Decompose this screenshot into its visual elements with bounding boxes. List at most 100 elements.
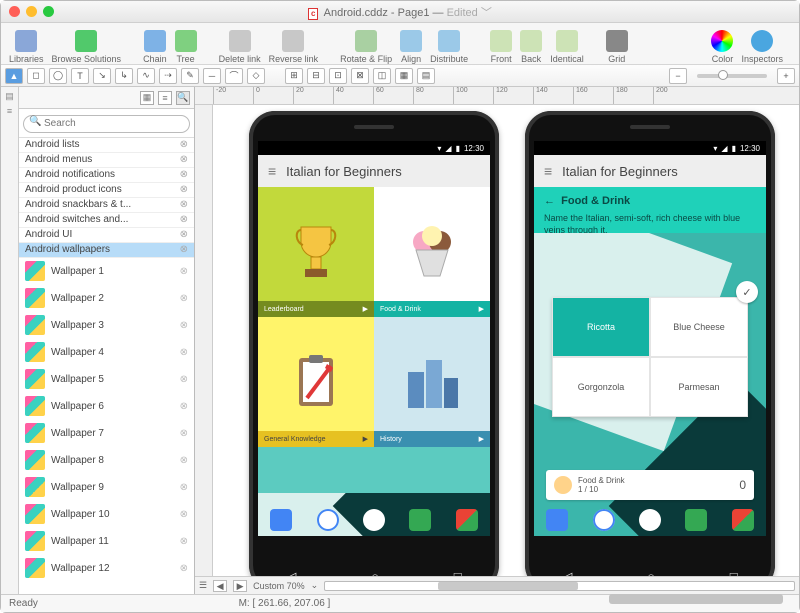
library-item[interactable]: Wallpaper 7⊗ <box>19 420 194 447</box>
library-item[interactable]: Wallpaper 9⊗ <box>19 474 194 501</box>
category-item[interactable]: Android switches and...⊗ <box>19 213 194 228</box>
dock-icon[interactable] <box>546 509 568 531</box>
category-item[interactable]: Android lists⊗ <box>19 138 194 153</box>
quiz-breadcrumb[interactable]: ← Food & Drink <box>544 195 756 207</box>
tool-btn[interactable]: ∿ <box>137 68 155 84</box>
recent-icon[interactable]: □ <box>730 569 738 576</box>
close-icon[interactable]: ⊗ <box>180 214 188 225</box>
card-history[interactable]: History▶ <box>374 317 490 447</box>
home-icon[interactable]: ○ <box>647 569 655 576</box>
dock-apps-icon[interactable] <box>639 509 661 531</box>
tool-btn[interactable]: ▦ <box>395 68 413 84</box>
category-item[interactable]: Android snackbars & t...⊗ <box>19 198 194 213</box>
toolbar-tree[interactable]: Tree <box>175 30 197 64</box>
close-icon[interactable]: ⊗ <box>180 347 188 358</box>
dock-icon[interactable] <box>593 509 615 531</box>
status-scroll[interactable] <box>609 594 783 604</box>
toolbar-chain[interactable]: Chain <box>143 30 167 64</box>
back-icon[interactable]: ◁ <box>562 569 572 576</box>
dock-icon[interactable] <box>685 509 707 531</box>
toolbar-reverse-link[interactable]: Reverse link <box>269 30 319 64</box>
dock-icon[interactable] <box>317 509 339 531</box>
tool-btn[interactable]: ⌒ <box>225 68 243 84</box>
close-icon[interactable]: ⊗ <box>180 374 188 385</box>
back-icon[interactable]: ◁ <box>286 569 296 576</box>
tool-btn[interactable]: T <box>71 68 89 84</box>
tool-btn[interactable]: ↘ <box>93 68 111 84</box>
library-item[interactable]: Wallpaper 10⊗ <box>19 501 194 528</box>
close-icon[interactable]: ⊗ <box>180 184 188 195</box>
dock-icon[interactable] <box>409 509 431 531</box>
close-icon[interactable]: ⊗ <box>180 482 188 493</box>
card-food-drink[interactable]: Food & Drink▶ <box>374 187 490 317</box>
toolbar-back[interactable]: Back <box>520 30 542 64</box>
category-item[interactable]: Android menus⊗ <box>19 153 194 168</box>
close-icon[interactable]: ⊗ <box>180 244 188 255</box>
library-item[interactable]: Wallpaper 2⊗ <box>19 285 194 312</box>
tool-btn[interactable]: ⇢ <box>159 68 177 84</box>
chevron-down-icon[interactable]: ⌄ <box>311 580 319 591</box>
close-icon[interactable]: ⊗ <box>180 536 188 547</box>
pointer-tool[interactable]: ▲ <box>5 68 23 84</box>
tool-btn[interactable]: ↳ <box>115 68 133 84</box>
library-item[interactable]: Wallpaper 4⊗ <box>19 339 194 366</box>
phone-mockup-1[interactable]: ▾ ◢ ▮ 12:30 ≡ Italian for Beginners <box>249 111 499 576</box>
library-item[interactable]: Wallpaper 3⊗ <box>19 312 194 339</box>
search-input[interactable] <box>23 115 190 133</box>
grid-view-button[interactable]: ▦ <box>140 91 154 105</box>
recent-icon[interactable]: □ <box>454 569 462 576</box>
toolbar-align[interactable]: Align <box>400 30 422 64</box>
toolbar-color[interactable]: Color <box>711 30 733 64</box>
tool-btn[interactable]: ⊠ <box>351 68 369 84</box>
submit-fab[interactable]: ✓ <box>736 281 758 303</box>
toolbar-delete-link[interactable]: Delete link <box>219 30 261 64</box>
toolbar-grid[interactable]: Grid <box>606 30 628 64</box>
answer-option[interactable]: Parmesan <box>650 357 748 417</box>
page-prev-button[interactable]: ◀ <box>213 580 227 592</box>
library-item[interactable]: Wallpaper 11⊗ <box>19 528 194 555</box>
hamburger-icon[interactable]: ≡ <box>268 163 276 179</box>
close-icon[interactable]: ⊗ <box>180 428 188 439</box>
toolbar-front[interactable]: Front <box>490 30 512 64</box>
close-icon[interactable]: ⊗ <box>180 509 188 520</box>
answer-option[interactable]: Gorgonzola <box>552 357 650 417</box>
close-icon[interactable]: ⊗ <box>180 154 188 165</box>
close-icon[interactable]: ⊗ <box>180 455 188 466</box>
answer-option[interactable]: Blue Cheese <box>650 297 748 357</box>
tool-btn[interactable]: ◻ <box>27 68 45 84</box>
search-view-button[interactable]: 🔍 <box>176 91 190 105</box>
close-icon[interactable]: ⊗ <box>180 199 188 210</box>
category-item[interactable]: Android notifications⊗ <box>19 168 194 183</box>
dock-maps-icon[interactable] <box>732 509 754 531</box>
library-item[interactable]: Wallpaper 5⊗ <box>19 366 194 393</box>
tool-btn[interactable]: ⊟ <box>307 68 325 84</box>
toolbar-browse-solutions[interactable]: Browse Solutions <box>52 30 122 64</box>
tool-btn[interactable]: ✎ <box>181 68 199 84</box>
tool-btn[interactable]: ◇ <box>247 68 265 84</box>
toolbar-inspectors[interactable]: Inspectors <box>741 30 783 64</box>
card-general-knowledge[interactable]: General Knowledge▶ <box>258 317 374 447</box>
close-icon[interactable]: ⊗ <box>180 320 188 331</box>
toolbar-identical[interactable]: Identical <box>550 30 584 64</box>
canvas[interactable]: ▾ ◢ ▮ 12:30 ≡ Italian for Beginners <box>213 105 799 576</box>
dock-apps-icon[interactable] <box>363 509 385 531</box>
hamburger-icon[interactable]: ≡ <box>544 163 552 179</box>
category-item[interactable]: Android product icons⊗ <box>19 183 194 198</box>
tool-btn[interactable]: ⊡ <box>329 68 347 84</box>
library-item[interactable]: Wallpaper 6⊗ <box>19 393 194 420</box>
home-icon[interactable]: ○ <box>371 569 379 576</box>
answer-option[interactable]: Ricotta <box>552 297 650 357</box>
close-icon[interactable]: ⊗ <box>180 169 188 180</box>
page-next-button[interactable]: ▶ <box>233 580 247 592</box>
h-scrollbar[interactable] <box>324 581 795 591</box>
rail-icon[interactable]: ≡ <box>7 106 12 116</box>
title-dropdown-icon[interactable]: ﹀ <box>481 7 492 19</box>
tool-btn[interactable]: ▤ <box>417 68 435 84</box>
close-icon[interactable]: ⊗ <box>180 139 188 150</box>
list-view-button[interactable]: ≡ <box>158 91 172 105</box>
dock-maps-icon[interactable] <box>456 509 478 531</box>
tool-btn[interactable]: ◯ <box>49 68 67 84</box>
toolbar-libraries[interactable]: Libraries <box>9 30 44 64</box>
card-leaderboard[interactable]: Leaderboard▶ <box>258 187 374 317</box>
library-item[interactable]: Wallpaper 1⊗ <box>19 258 194 285</box>
